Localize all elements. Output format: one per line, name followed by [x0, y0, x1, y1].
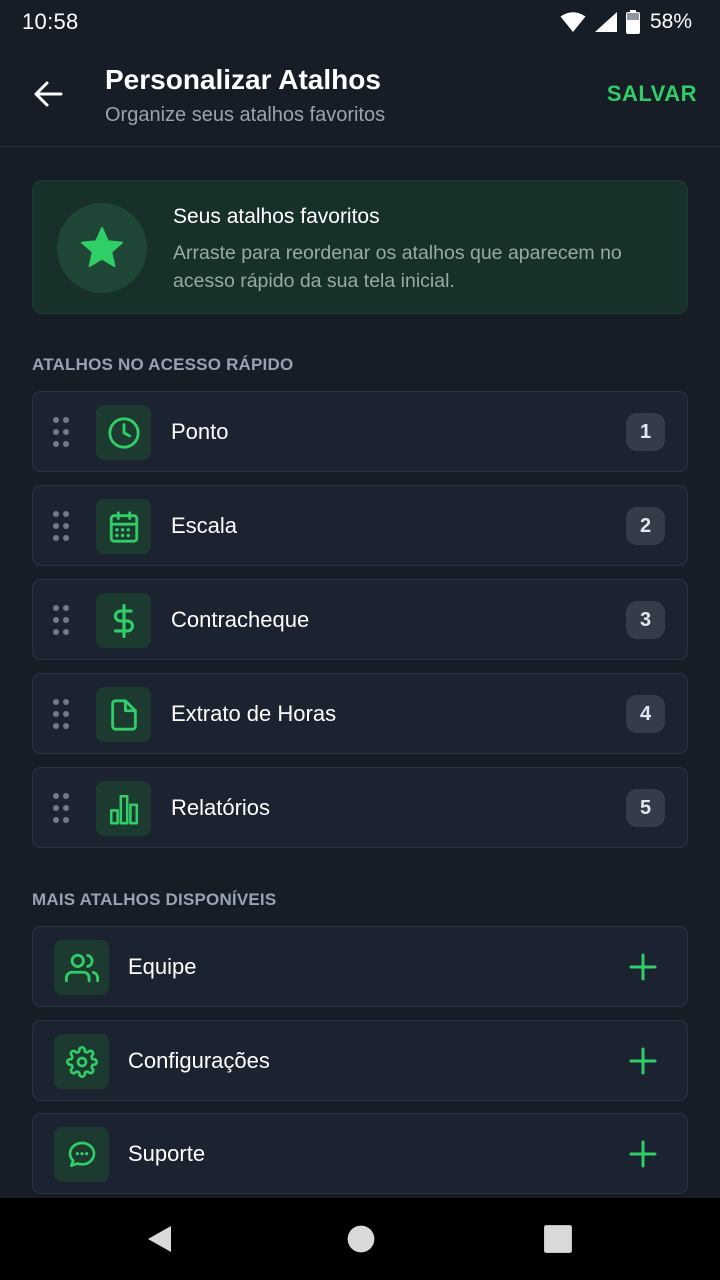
back-button[interactable]	[26, 72, 70, 116]
status-indicators: 58%	[560, 10, 692, 34]
shortcut-item-relatorios[interactable]: Relatórios 5	[32, 767, 688, 848]
info-title: Seus atalhos favoritos	[173, 205, 380, 228]
plus-icon	[629, 1140, 657, 1168]
calendar-icon	[109, 510, 138, 543]
drag-handle[interactable]	[53, 605, 71, 635]
section-title-quick-access: ATALHOS NO ACESSO RÁPIDO	[32, 355, 294, 374]
order-badge: 1	[626, 413, 665, 451]
available-item-equipe[interactable]: Equipe	[32, 926, 688, 1007]
item-label: Contracheque	[171, 607, 310, 632]
item-label: Suporte	[128, 1141, 206, 1166]
plus-icon	[629, 953, 657, 981]
item-label: Relatórios	[171, 795, 271, 820]
gear-icon	[65, 1045, 98, 1078]
page-subtitle: Organize seus atalhos favoritos	[105, 104, 386, 126]
item-label: Configurações	[128, 1048, 270, 1073]
signal-icon	[594, 12, 617, 32]
save-button[interactable]: SALVAR	[607, 81, 697, 107]
add-button[interactable]	[627, 951, 659, 983]
item-label: Escala	[171, 513, 238, 538]
item-icon-box	[96, 687, 151, 742]
shortcut-item-ponto[interactable]: Ponto 1	[32, 391, 688, 472]
system-nav-bar	[0, 1198, 720, 1280]
plus-icon	[629, 1047, 657, 1075]
shortcut-item-escala[interactable]: Escala 2	[32, 485, 688, 566]
item-icon-box	[54, 1034, 109, 1089]
order-badge: 4	[626, 695, 665, 733]
arrow-left-icon	[34, 81, 63, 107]
drag-handle[interactable]	[53, 699, 71, 729]
wifi-icon	[560, 12, 586, 32]
available-item-suporte[interactable]: Suporte	[32, 1113, 688, 1194]
info-icon-circle	[57, 203, 147, 293]
bar-chart-icon	[109, 794, 138, 824]
item-label: Ponto	[171, 419, 229, 444]
info-description: Arraste para reordenar os atalhos que ap…	[173, 242, 622, 292]
add-button[interactable]	[627, 1045, 659, 1077]
item-icon-box	[96, 593, 151, 648]
file-icon	[110, 698, 137, 731]
nav-recents-icon[interactable]	[543, 1224, 573, 1254]
order-badge: 2	[626, 507, 665, 545]
order-badge: 3	[626, 601, 665, 639]
nav-back-icon[interactable]	[145, 1224, 175, 1254]
item-icon-box	[96, 781, 151, 836]
item-icon-box	[54, 940, 109, 995]
add-button[interactable]	[627, 1138, 659, 1170]
order-badge: 5	[626, 789, 665, 827]
item-icon-box	[96, 499, 151, 554]
drag-handle[interactable]	[53, 793, 71, 823]
star-icon	[81, 227, 123, 267]
page-title: Personalizar Atalhos	[105, 64, 381, 95]
item-icon-box	[96, 405, 151, 460]
status-bar: 10:58 58%	[0, 0, 720, 44]
drag-handle[interactable]	[53, 511, 71, 541]
section-title-more-shortcuts: MAIS ATALHOS DISPONÍVEIS	[32, 890, 277, 909]
users-icon	[64, 953, 99, 982]
info-card: Seus atalhos favoritos Arraste para reor…	[32, 180, 688, 314]
app-header: Personalizar Atalhos Organize seus atalh…	[0, 44, 720, 147]
status-time: 10:58	[22, 9, 79, 34]
available-item-configuracoes[interactable]: Configurações	[32, 1020, 688, 1101]
item-label: Extrato de Horas	[171, 701, 337, 726]
battery-percentage: 58%	[649, 10, 692, 33]
item-icon-box	[54, 1127, 109, 1182]
clock-icon	[107, 416, 140, 449]
drag-handle[interactable]	[53, 417, 71, 447]
shortcut-item-contracheque[interactable]: Contracheque 3	[32, 579, 688, 660]
item-label: Equipe	[128, 954, 197, 979]
shortcut-item-extrato-de-horas[interactable]: Extrato de Horas 4	[32, 673, 688, 754]
chat-icon	[68, 1141, 95, 1167]
dollar-icon	[113, 603, 134, 638]
nav-home-icon[interactable]	[346, 1224, 376, 1254]
battery-icon	[625, 10, 640, 34]
